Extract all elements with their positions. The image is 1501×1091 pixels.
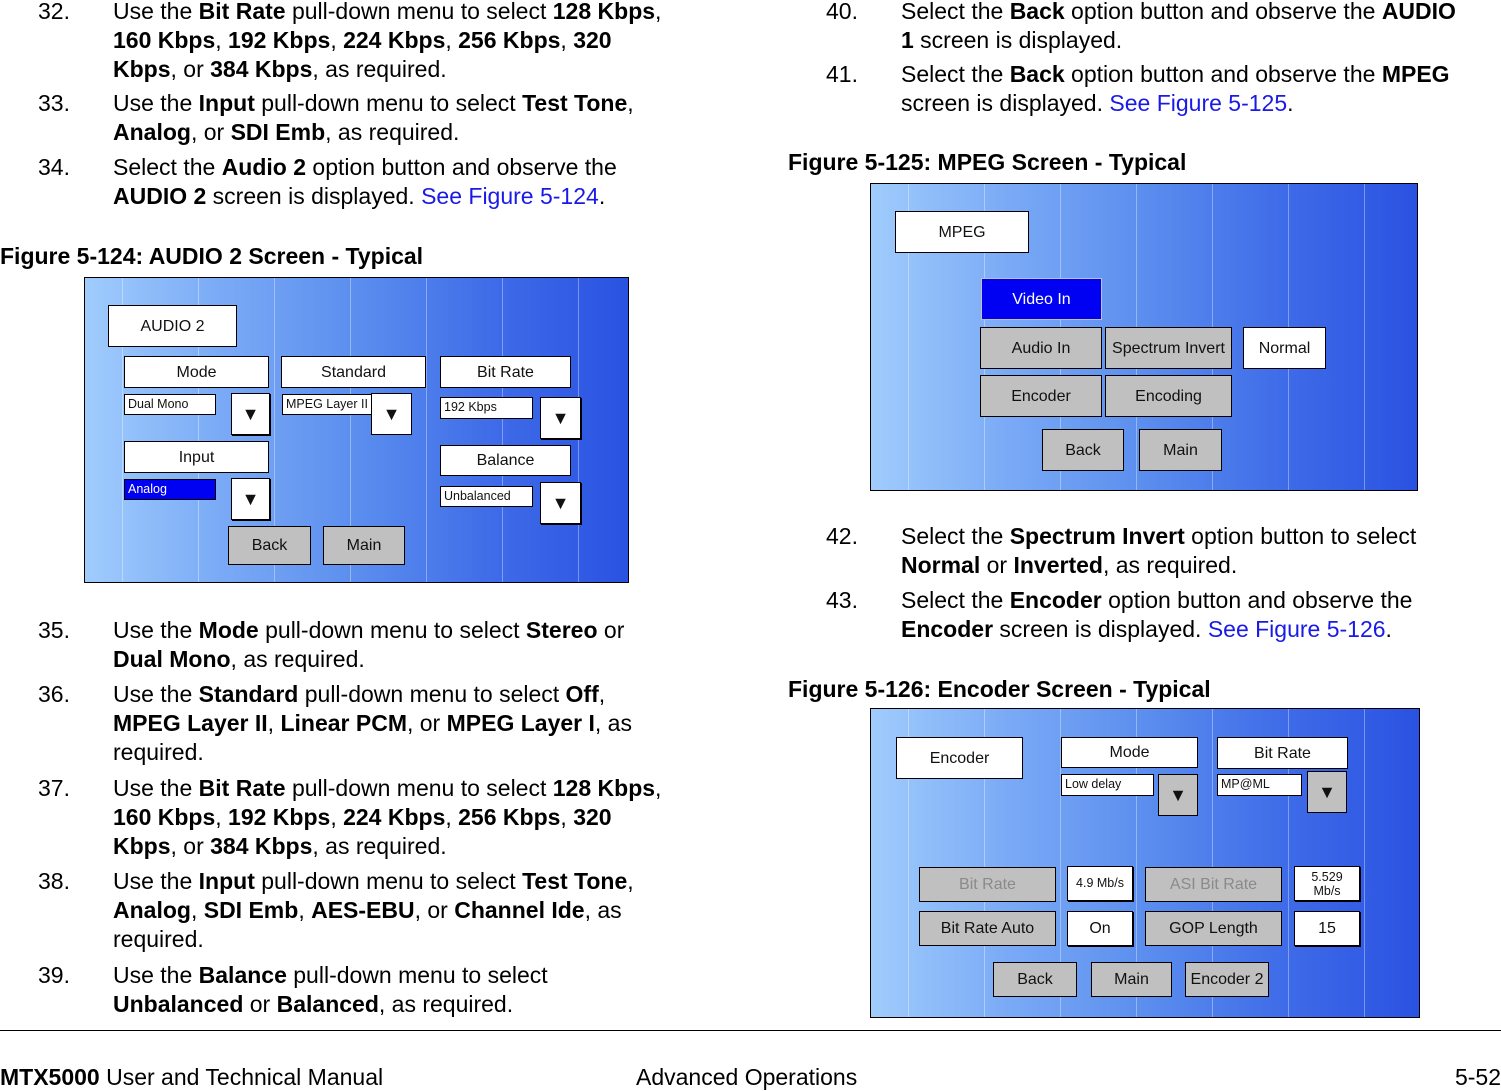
asi-bitrate-button-disabled: ASI Bit Rate (1145, 867, 1282, 902)
bitrate-dropdown-arrow-icon[interactable]: ▼ (540, 397, 581, 439)
mode-select-value[interactable]: Dual Mono (124, 394, 216, 415)
figure-link[interactable]: See Figure 5-124 (421, 183, 599, 209)
screen-title: MPEG (895, 211, 1029, 253)
input-select-value[interactable]: Analog (124, 479, 216, 500)
step-text: Use the Input pull-down menu to select T… (113, 868, 634, 952)
bitrate-button-disabled: Bit Rate (919, 867, 1056, 902)
screen-title: Encoder (896, 737, 1023, 779)
encoder-screen: Encoder Mode Low delay ▼ Bit Rate MP@ML … (870, 708, 1420, 1018)
footer-manual-title: MTX5000 User and Technical Manual (0, 1064, 383, 1090)
gop-length-button[interactable]: GOP Length (1145, 911, 1282, 946)
step-text: Use the Standard pull-down menu to selec… (113, 681, 632, 765)
bitrate-readout: 4.9 Mb/s (1067, 866, 1133, 901)
step-text: Select the Encoder option button and obs… (901, 587, 1413, 642)
step-text: Use the Input pull-down menu to select T… (113, 90, 634, 145)
step-number: 39. (38, 962, 70, 988)
bitrate-dropdown-arrow-icon[interactable]: ▼ (1307, 771, 1347, 813)
bitrate-auto-value: On (1067, 911, 1133, 946)
footer-divider (0, 1030, 1501, 1031)
asi-bitrate-readout: 5.529 Mb/s (1294, 866, 1360, 901)
mode-label: Mode (124, 356, 269, 388)
standard-dropdown-arrow-icon[interactable]: ▼ (371, 393, 412, 435)
back-button[interactable]: Back (1042, 429, 1124, 471)
main-button[interactable]: Main (1139, 429, 1222, 471)
main-button[interactable]: Main (1091, 962, 1172, 997)
footer-manual: User and Technical Manual (99, 1064, 384, 1090)
footer-product: MTX5000 (0, 1064, 100, 1090)
video-in-button[interactable]: Video In (981, 278, 1102, 320)
balance-dropdown-arrow-icon[interactable]: ▼ (540, 482, 581, 524)
back-button[interactable]: Back (993, 962, 1077, 997)
back-button[interactable]: Back (228, 526, 311, 565)
step-number: 34. (38, 154, 70, 180)
encoder2-button[interactable]: Encoder 2 (1185, 962, 1269, 997)
figure-126-caption: Figure 5-126: Encoder Screen - Typical (788, 676, 1211, 702)
mode-label: Mode (1061, 737, 1198, 768)
spectrum-invert-value: Normal (1243, 327, 1326, 369)
asi-bitrate-value: 5.529 (1311, 869, 1343, 884)
step-number: 40. (826, 0, 858, 24)
mode-dropdown-arrow-icon[interactable]: ▼ (231, 393, 270, 435)
step-text: Use the Bit Rate pull-down menu to selec… (113, 775, 662, 859)
bitrate-auto-button[interactable]: Bit Rate Auto (919, 911, 1056, 946)
step-text: Use the Mode pull-down menu to select St… (113, 617, 625, 672)
input-label: Input (124, 441, 269, 473)
figure-link[interactable]: See Figure 5-125 (1109, 90, 1287, 116)
step-number: 43. (826, 587, 858, 613)
footer-page-number: 5-52 (1454, 1064, 1501, 1090)
balance-label: Balance (440, 445, 571, 476)
audio2-screen: AUDIO 2 Mode Dual Mono ▼ Standard MPEG L… (84, 277, 629, 583)
step-text: Select the Back option button and observ… (901, 0, 1456, 53)
figure-link[interactable]: See Figure 5-126 (1208, 616, 1386, 642)
gop-length-value: 15 (1294, 911, 1360, 946)
input-dropdown-arrow-icon[interactable]: ▼ (231, 478, 270, 520)
step-number: 41. (826, 61, 858, 87)
step-text: Select the Audio 2 option button and obs… (113, 154, 617, 209)
bitrate-label: Bit Rate (1217, 737, 1348, 769)
step-number: 36. (38, 681, 70, 707)
step-number: 35. (38, 617, 70, 643)
step-number: 37. (38, 775, 70, 801)
standard-label: Standard (281, 356, 426, 388)
figure-124-caption: Figure 5-124: AUDIO 2 Screen - Typical (0, 243, 424, 269)
screen-title: AUDIO 2 (108, 305, 237, 347)
encoding-button[interactable]: Encoding (1105, 375, 1232, 417)
mode-dropdown-arrow-icon[interactable]: ▼ (1158, 774, 1198, 816)
audio-in-button[interactable]: Audio In (980, 327, 1102, 369)
step-text: Select the Spectrum Invert option button… (901, 523, 1417, 578)
balance-select-value[interactable]: Unbalanced (440, 486, 533, 507)
step-text: Use the Balance pull-down menu to select… (113, 962, 548, 1017)
mpeg-screen: MPEG Video In Audio In Spectrum Invert N… (870, 183, 1418, 491)
footer-section: Advanced Operations (636, 1064, 858, 1090)
encoder-button[interactable]: Encoder (980, 375, 1102, 417)
step-number: 42. (826, 523, 858, 549)
bitrate-label: Bit Rate (440, 356, 571, 388)
main-button[interactable]: Main (323, 526, 405, 565)
spectrum-invert-button[interactable]: Spectrum Invert (1105, 327, 1232, 369)
bitrate-select-value[interactable]: MP@ML (1217, 774, 1302, 796)
step-text: Select the Back option button and observ… (901, 61, 1450, 116)
step-number: 38. (38, 868, 70, 894)
standard-select-value[interactable]: MPEG Layer II (282, 394, 374, 415)
step-number: 32. (38, 0, 70, 24)
asi-bitrate-unit: Mb/s (1313, 883, 1341, 898)
step-text: Use the Bit Rate pull-down menu to selec… (113, 0, 662, 82)
figure-125-caption: Figure 5-125: MPEG Screen - Typical (788, 149, 1187, 175)
bitrate-select-value[interactable]: 192 Kbps (440, 397, 533, 419)
step-number: 33. (38, 90, 70, 116)
mode-select-value[interactable]: Low delay (1061, 774, 1154, 796)
